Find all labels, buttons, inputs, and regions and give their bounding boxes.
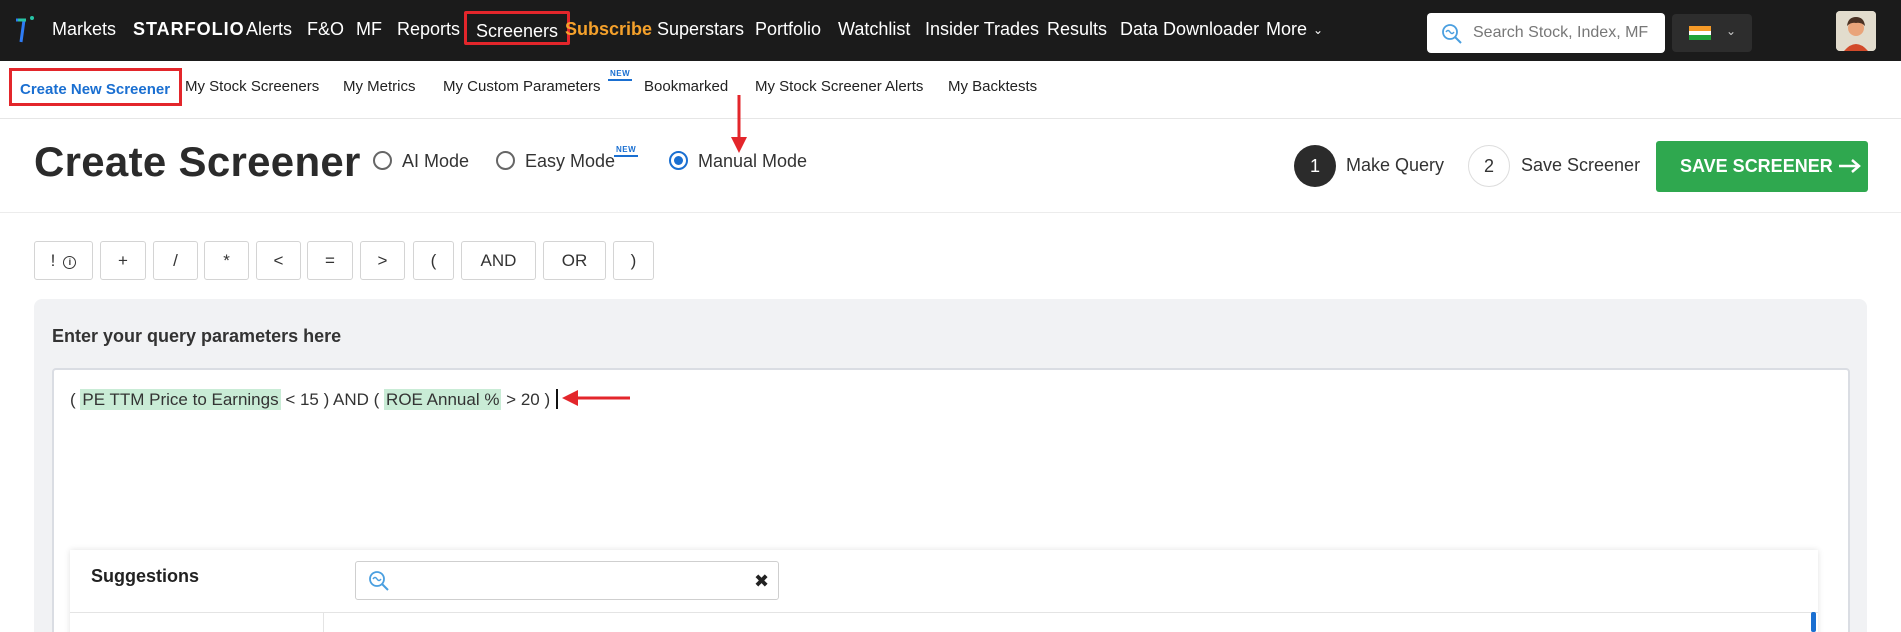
step-2-indicator: 2 bbox=[1468, 145, 1510, 187]
suggestions-column-divider bbox=[323, 612, 324, 632]
logo-icon[interactable] bbox=[12, 12, 42, 46]
nav-markets[interactable]: Markets bbox=[52, 19, 116, 40]
arrow-right-icon bbox=[1839, 159, 1861, 173]
annotation-arrow-left-icon bbox=[562, 390, 630, 406]
user-avatar[interactable] bbox=[1836, 11, 1876, 51]
top-navbar: Markets STARFOLIO Alerts F&O MF Reports … bbox=[0, 0, 1901, 61]
nav-data-downloader[interactable]: Data Downloader bbox=[1120, 19, 1259, 40]
mode-manual-label: Manual Mode bbox=[698, 151, 808, 171]
operator-divide-button[interactable]: / bbox=[153, 241, 198, 280]
header-divider bbox=[0, 212, 1901, 213]
global-search[interactable] bbox=[1427, 13, 1665, 53]
query-panel-title: Enter your query parameters here bbox=[52, 326, 342, 346]
subnav-my-metrics[interactable]: My Metrics bbox=[343, 78, 416, 95]
nav-subscribe[interactable]: Subscribe bbox=[565, 19, 652, 40]
nav-screeners[interactable]: Screeners bbox=[464, 11, 571, 45]
nav-more-label: More bbox=[1266, 19, 1308, 39]
query-parameter-chip[interactable]: ROE Annual % bbox=[384, 389, 502, 410]
radio-manual-mode[interactable] bbox=[669, 151, 688, 170]
nav-starfolio[interactable]: STARFOLIO bbox=[133, 19, 245, 40]
mode-easy[interactable]: Easy Mode bbox=[496, 151, 615, 172]
avatar-icon bbox=[1836, 11, 1876, 51]
mode-ai[interactable]: AI Mode bbox=[373, 151, 469, 172]
operator-or-button[interactable]: OR bbox=[543, 241, 606, 280]
operator-multiply-button[interactable]: * bbox=[204, 241, 249, 280]
nav-superstars[interactable]: Superstars bbox=[657, 19, 744, 40]
nav-watchlist[interactable]: Watchlist bbox=[838, 19, 910, 40]
search-icon bbox=[1442, 24, 1462, 44]
chevron-down-icon: ⌄ bbox=[1726, 24, 1737, 38]
subnav-my-stock-screeners[interactable]: My Stock Screeners bbox=[185, 78, 319, 95]
suggestions-divider bbox=[70, 612, 1818, 613]
nav-mf[interactable]: MF bbox=[356, 19, 382, 40]
step-2-label: Save Screener bbox=[1521, 155, 1641, 175]
operator-and-button[interactable]: AND bbox=[461, 241, 536, 280]
subnav-my-custom-parameters[interactable]: My Custom Parameters bbox=[443, 78, 601, 95]
nav-alerts[interactable]: Alerts bbox=[246, 19, 292, 40]
new-badge: NEW bbox=[608, 69, 633, 81]
radio-easy-mode[interactable] bbox=[496, 151, 515, 170]
annotation-arrow-down-icon bbox=[731, 95, 747, 153]
mode-ai-label: AI Mode bbox=[402, 151, 470, 171]
operator-equals-button[interactable]: = bbox=[307, 241, 353, 280]
operator-plus-button[interactable]: + bbox=[100, 241, 146, 280]
suggestions-panel bbox=[70, 550, 1818, 632]
operator-less-than-button[interactable]: < bbox=[256, 241, 301, 280]
subnav-my-backtests[interactable]: My Backtests bbox=[948, 78, 1037, 95]
page-title: Create Screener bbox=[34, 138, 361, 185]
global-search-input[interactable] bbox=[1473, 21, 1658, 45]
save-screener-button[interactable]: SAVE SCREENER bbox=[1656, 141, 1868, 192]
nav-fno[interactable]: F&O bbox=[307, 19, 344, 40]
step-1-label: Make Query bbox=[1346, 155, 1445, 175]
suggestions-search-input[interactable] bbox=[398, 569, 738, 593]
nav-results[interactable]: Results bbox=[1047, 19, 1107, 40]
operator-close-paren-button[interactable]: ) bbox=[613, 241, 654, 280]
suggestions-search[interactable]: ✖ bbox=[355, 561, 779, 600]
query-parameter-chip[interactable]: PE TTM Price to Earnings bbox=[80, 389, 281, 410]
chevron-down-icon: ⌄ bbox=[1313, 23, 1324, 38]
nav-reports[interactable]: Reports bbox=[397, 19, 460, 40]
info-icon: i bbox=[63, 256, 77, 269]
operator-not-label: ! bbox=[50, 251, 56, 270]
text-cursor bbox=[556, 389, 559, 409]
mode-easy-label: Easy Mode bbox=[525, 151, 616, 171]
query-token: > 20 ) bbox=[501, 390, 551, 409]
new-badge: NEW bbox=[614, 145, 639, 157]
scrollbar-thumb[interactable] bbox=[1811, 612, 1816, 632]
nav-more[interactable]: More ⌄ bbox=[1266, 19, 1323, 40]
subnav-create-new-screener[interactable]: Create New Screener bbox=[9, 68, 183, 106]
query-token: ( bbox=[70, 390, 81, 409]
operator-open-paren-button[interactable]: ( bbox=[413, 241, 454, 280]
operator-greater-than-button[interactable]: > bbox=[360, 241, 405, 280]
subnav-bookmarked[interactable]: Bookmarked bbox=[644, 78, 728, 95]
screener-subnav: Create New Screener My Stock Screeners M… bbox=[0, 61, 1901, 119]
query-token: < 15 ) AND ( bbox=[280, 390, 385, 409]
step-1-indicator: 1 bbox=[1294, 145, 1336, 187]
nav-portfolio[interactable]: Portfolio bbox=[755, 19, 821, 40]
search-icon bbox=[369, 571, 389, 591]
close-icon[interactable]: ✖ bbox=[754, 571, 769, 592]
radio-ai-mode[interactable] bbox=[373, 151, 392, 170]
country-selector[interactable]: ⌄ bbox=[1672, 14, 1752, 52]
save-screener-label: SAVE SCREENER bbox=[1680, 156, 1833, 176]
subnav-stock-screener-alerts[interactable]: My Stock Screener Alerts bbox=[755, 78, 923, 95]
india-flag-icon bbox=[1689, 26, 1711, 40]
query-text[interactable]: ( PE TTM Price to Earnings < 15 ) AND ( … bbox=[70, 389, 559, 410]
operator-not-button[interactable]: ! i bbox=[34, 241, 93, 280]
nav-insider-trades[interactable]: Insider Trades bbox=[925, 19, 1039, 40]
suggestions-title: Suggestions bbox=[91, 566, 200, 586]
